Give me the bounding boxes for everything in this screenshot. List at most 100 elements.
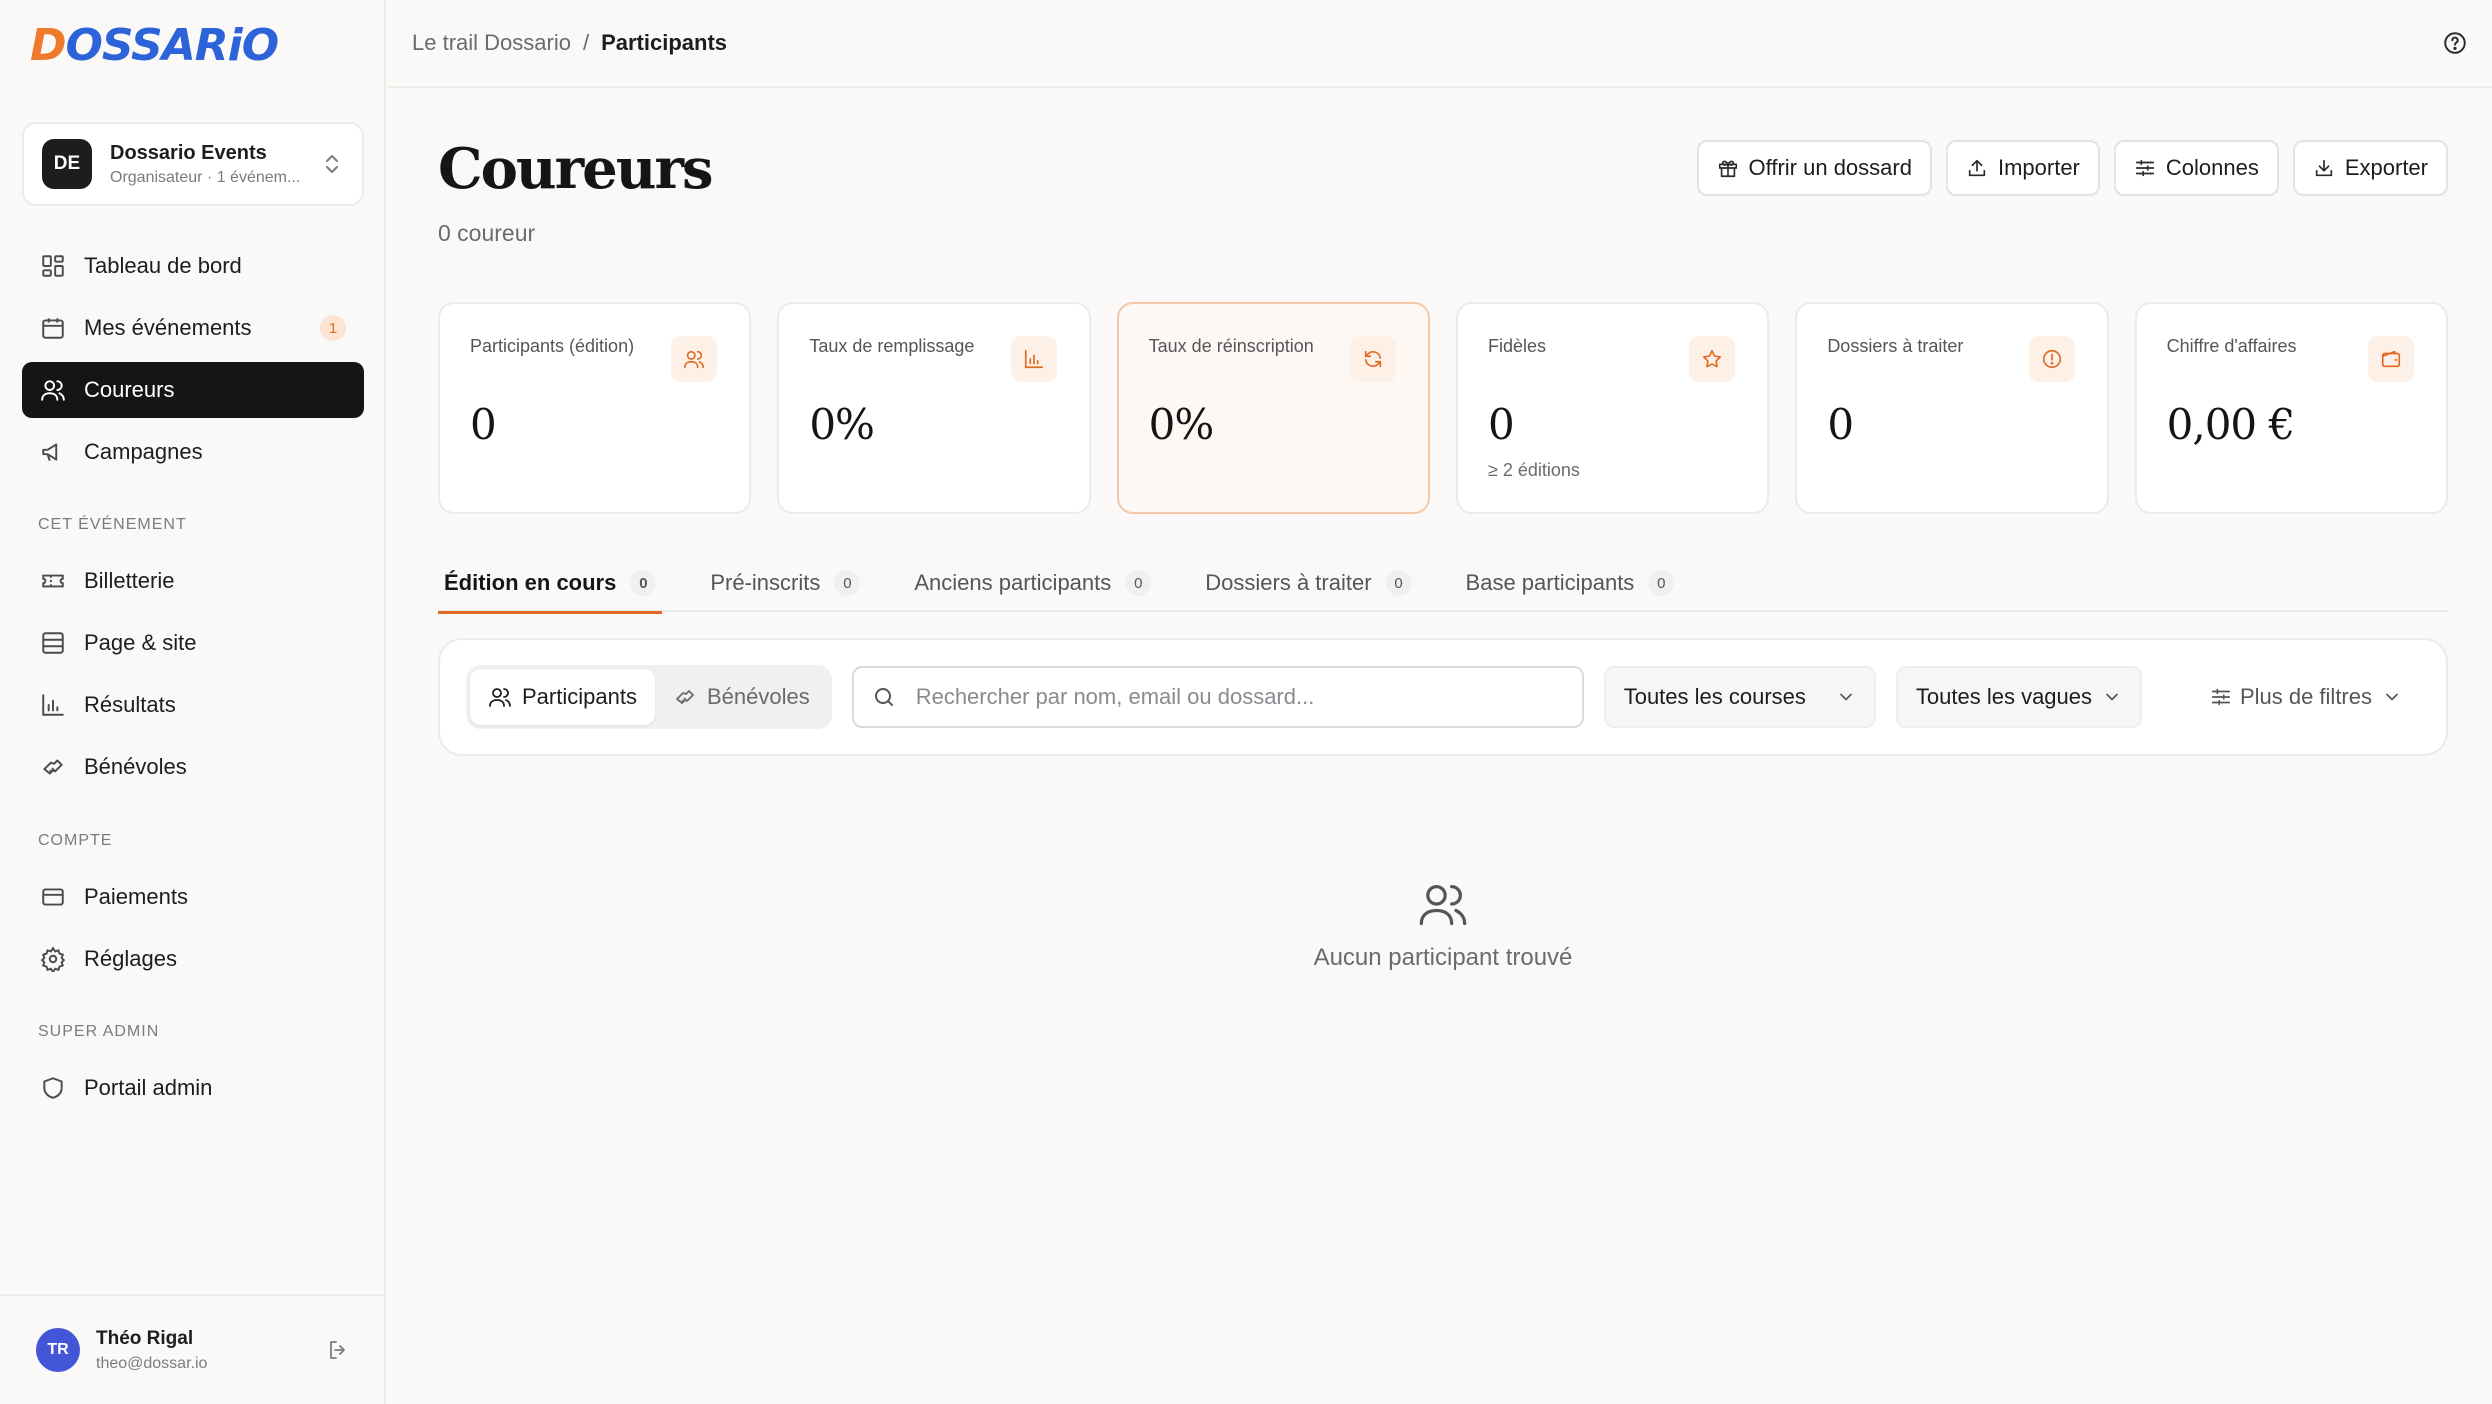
waves-select[interactable]: Toutes les vagues <box>1895 666 2143 728</box>
courses-select[interactable]: Toutes les courses <box>1603 666 1876 728</box>
tab-label: Anciens participants <box>914 570 1112 595</box>
event-nav: Billetterie Page & site Résultats Bénévo… <box>22 553 364 801</box>
nav-section-event: CET ÉVÉNEMENT <box>38 516 187 533</box>
empty-state: Aucun participant trouvé <box>438 878 2448 972</box>
segment-participants[interactable]: Participants <box>470 669 655 725</box>
handshake-icon <box>43 759 63 775</box>
nav-label: Billetterie <box>84 568 175 593</box>
nav-label: Paiements <box>84 884 188 909</box>
empty-state-text: Aucun participant trouvé <box>1313 944 1573 971</box>
tab-count: 0 <box>1648 570 1675 596</box>
nav-item-page-site[interactable]: Page & site <box>22 615 364 671</box>
stat-value: 0 <box>1487 400 1515 449</box>
nav-item-runners[interactable]: Coureurs <box>22 362 364 418</box>
segment-volunteers[interactable]: Bénévoles <box>655 669 828 725</box>
export-button[interactable]: Exporter <box>2292 140 2448 196</box>
columns-button[interactable]: Colonnes <box>2113 140 2279 196</box>
users-icon <box>671 336 718 382</box>
upload-icon <box>1968 159 1986 177</box>
main-nav: Tableau de bord Mes événements 1 Coureur… <box>22 238 364 486</box>
more-filters-button[interactable]: Plus de filtres <box>2192 666 2420 728</box>
stat-card-loyal: Fidèles 0 ≥ 2 éditions <box>1455 302 1770 514</box>
filter-bar: Participants Bénévoles Toutes les course… <box>438 638 2448 756</box>
users-icon <box>41 380 65 401</box>
stat-value: 0% <box>1148 400 1215 449</box>
tab-label: Pré-inscrits <box>710 570 821 595</box>
offer-bib-button[interactable]: Offrir un dossard <box>1696 140 1932 196</box>
logo-letter: D <box>30 19 67 71</box>
import-button[interactable]: Importer <box>1945 140 2100 196</box>
tab-count: 0 <box>1125 570 1152 596</box>
segment-label: Participants <box>522 684 637 709</box>
refresh-icon <box>1349 336 1396 382</box>
stat-value: 0 <box>1827 400 1854 449</box>
stat-card-reregistration-rate: Taux de réinscription 0% <box>1116 302 1430 514</box>
shield-icon <box>43 1077 63 1099</box>
tab-pre-registered[interactable]: Pré-inscrits 0 <box>704 554 866 612</box>
nav-item-volunteers[interactable]: Bénévoles <box>22 739 364 795</box>
top-bar: Le trail Dossario / Participants <box>388 0 2492 88</box>
nav-label: Tableau de bord <box>84 253 242 278</box>
nav-label: Résultats <box>84 692 176 717</box>
logout-icon[interactable] <box>326 1338 350 1362</box>
admin-nav: Portail admin <box>22 1060 364 1122</box>
logo-text: OSSARiO <box>65 19 280 71</box>
stat-card-participants: Participants (édition) 0 <box>438 302 752 514</box>
page-subtitle: 0 coureur <box>438 220 536 246</box>
star-icon <box>1689 336 1736 382</box>
calendar-icon <box>42 318 64 339</box>
dossario-logo[interactable]: D OSSARiO <box>30 19 280 71</box>
nav-item-admin-portal[interactable]: Portail admin <box>22 1060 364 1116</box>
stat-value: 0,00 € <box>2166 400 2296 449</box>
courses-select-value: Toutes les courses <box>1623 684 1806 709</box>
user-profile: TR Théo Rigal theo@dossar.io <box>0 1294 386 1404</box>
download-icon <box>2315 159 2333 177</box>
segment-label: Bénévoles <box>706 684 810 709</box>
chevron-down-icon <box>2386 693 2398 701</box>
participant-type-toggle: Participants Bénévoles <box>466 665 832 729</box>
nav-item-events[interactable]: Mes événements 1 <box>22 300 364 356</box>
tab-pending-files[interactable]: Dossiers à traiter 0 <box>1199 554 1417 612</box>
sliders-icon <box>2211 688 2231 706</box>
search-input[interactable] <box>915 684 1564 710</box>
nav-item-campaigns[interactable]: Campagnes <box>22 424 364 480</box>
tab-label: Édition en cours <box>444 570 617 595</box>
tab-participants-base[interactable]: Base participants 0 <box>1460 554 1681 612</box>
nav-section-admin: SUPER ADMIN <box>38 1023 160 1040</box>
nav-item-settings[interactable]: Réglages <box>22 931 364 987</box>
sidebar: D OSSARiO DE Dossario Events Organisateur… <box>0 0 386 1404</box>
page-actions: Offrir un dossard Importer Colonnes Expo… <box>1696 140 2448 196</box>
stat-card-fill-rate: Taux de remplissage 0% <box>777 302 1091 514</box>
avatar[interactable]: TR <box>36 1328 80 1372</box>
page-title: Coureurs <box>438 136 714 202</box>
export-label: Exporter <box>2344 155 2428 180</box>
megaphone-icon <box>42 443 58 461</box>
nav-label: Réglages <box>84 946 177 971</box>
org-name: Dossario Events <box>110 141 267 164</box>
nav-label: Mes événements <box>84 315 252 340</box>
tab-current-edition[interactable]: Édition en cours 0 <box>438 554 663 614</box>
users-icon <box>489 688 511 707</box>
tab-former-participants[interactable]: Anciens participants 0 <box>908 554 1157 612</box>
bar-chart-icon <box>42 694 64 716</box>
stat-value: 0 <box>470 400 497 449</box>
gear-icon <box>40 946 66 972</box>
nav-label: Campagnes <box>84 439 203 464</box>
columns-label: Colonnes <box>2165 155 2259 180</box>
nav-item-payments[interactable]: Paiements <box>22 869 364 925</box>
nav-item-dashboard[interactable]: Tableau de bord <box>22 238 364 294</box>
stat-value: 0% <box>809 400 875 449</box>
nav-item-results[interactable]: Résultats <box>22 677 364 733</box>
stat-card-pending-files: Dossiers à traiter 0 <box>1795 302 2109 514</box>
user-email: theo@dossar.io <box>96 1354 208 1372</box>
help-icon[interactable] <box>2442 30 2468 56</box>
nav-label: Bénévoles <box>84 754 187 779</box>
alert-circle-icon <box>2028 336 2075 382</box>
credit-card-icon <box>42 888 64 906</box>
breadcrumb-parent[interactable]: Le trail Dossario <box>412 30 571 56</box>
handshake-icon <box>676 690 694 704</box>
organization-switcher[interactable]: DE Dossario Events Organisateur · 1 évén… <box>22 122 364 206</box>
participant-tabs: Édition en cours 0 Pré-inscrits 0 Ancien… <box>438 554 2448 614</box>
stat-note: ≥ 2 éditions <box>1487 460 1580 480</box>
nav-item-ticketing[interactable]: Billetterie <box>22 553 364 609</box>
